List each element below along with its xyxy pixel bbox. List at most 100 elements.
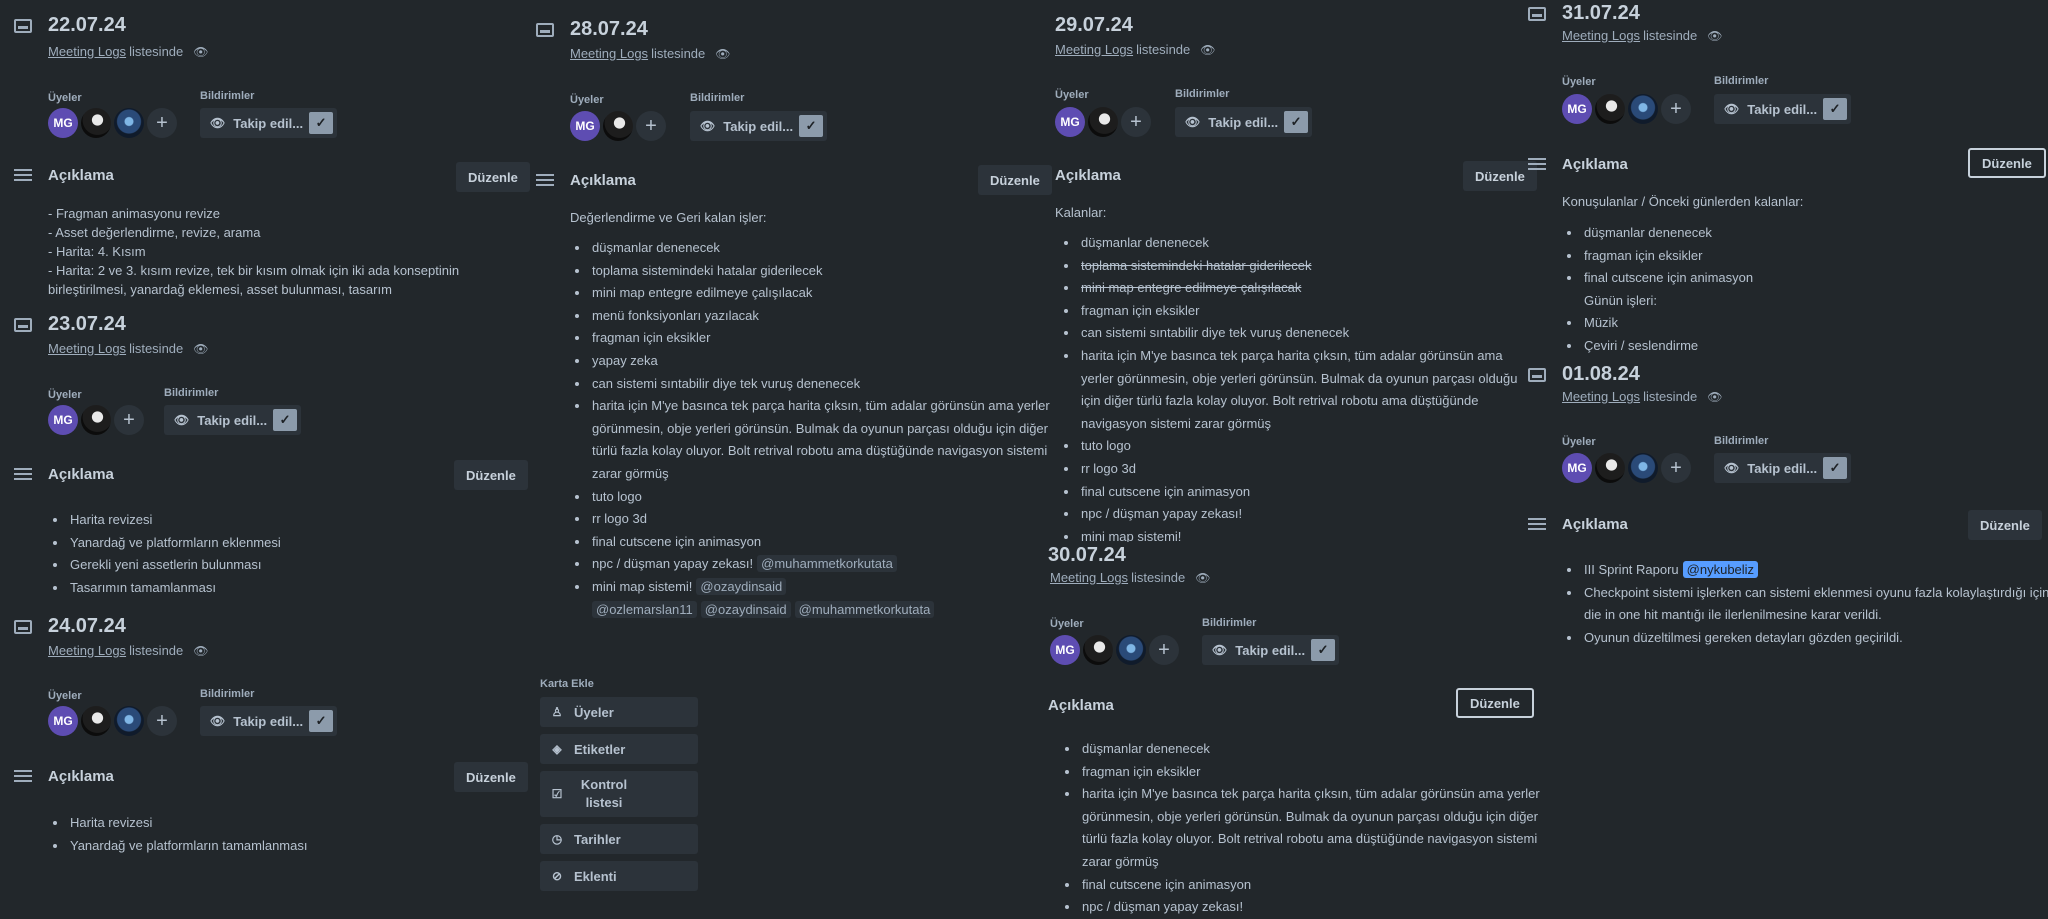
list-item: Tasarımın tamamlanması xyxy=(68,577,281,600)
eye-icon[interactable]: 👁 xyxy=(1707,390,1722,404)
list-link[interactable]: Meeting Logs xyxy=(48,643,126,658)
follow-button[interactable]: 👁 Takip edil... ✓ xyxy=(1202,635,1340,665)
follow-button[interactable]: 👁 Takip edil... ✓ xyxy=(1175,107,1313,137)
edit-button[interactable]: Düzenle xyxy=(1456,688,1534,718)
avatar[interactable] xyxy=(1628,94,1658,124)
mention[interactable]: @ozlemarslan11 xyxy=(592,600,697,618)
members-button[interactable]: ♙ Üyeler xyxy=(540,697,698,727)
members-label: Üyeler xyxy=(1562,76,1596,88)
item-text: III Sprint Raporu xyxy=(1584,562,1679,577)
avatar[interactable]: MG xyxy=(1562,453,1592,483)
avatar[interactable]: MG xyxy=(1050,635,1080,665)
members-list: MG + xyxy=(1055,107,1154,137)
mention[interactable]: @ozaydinsaid xyxy=(700,600,791,618)
follow-button[interactable]: 👁 Takip edil... ✓ xyxy=(690,111,828,141)
avatar[interactable] xyxy=(1595,94,1625,124)
list-link[interactable]: Meeting Logs xyxy=(570,46,648,61)
card-title-row: 29.07.24 xyxy=(1055,14,1133,37)
mention[interactable]: @ozaydinsaid xyxy=(696,577,787,595)
avatar[interactable] xyxy=(81,405,111,435)
follow-button[interactable]: 👁 Takip edil... ✓ xyxy=(1714,453,1852,483)
add-member-button[interactable]: + xyxy=(636,111,666,141)
item-text: mini map sistemi! xyxy=(592,578,693,594)
checkmark-icon: ✓ xyxy=(1823,98,1848,120)
list-location: Meeting Logs listesinde 👁 xyxy=(570,46,731,61)
list-location: Meeting Logs listesinde 👁 xyxy=(1562,28,1723,43)
avatar[interactable] xyxy=(81,108,111,138)
add-member-button[interactable]: + xyxy=(1121,107,1151,137)
add-member-button[interactable]: + xyxy=(1661,94,1691,124)
follow-button[interactable]: 👁 Takip edil... ✓ xyxy=(164,405,302,435)
avatar[interactable] xyxy=(1116,635,1146,665)
avatar[interactable]: MG xyxy=(1562,94,1592,124)
avatar[interactable] xyxy=(81,706,111,736)
checkmark-icon: ✓ xyxy=(1284,111,1309,133)
list-link[interactable]: Meeting Logs xyxy=(1562,389,1640,404)
follow-button[interactable]: 👁 Takip edil... ✓ xyxy=(200,108,338,138)
list-item: düşmanlar denenecek xyxy=(590,237,1070,260)
edit-button[interactable]: Düzenle xyxy=(454,460,528,490)
eye-icon: 👁 xyxy=(210,714,226,728)
description-list: III Sprint Raporu@nykubeliz Checkpoint s… xyxy=(1562,559,2048,649)
avatar[interactable] xyxy=(1628,453,1658,483)
card-30-07-24: 30.07.24 Meeting Logs listesinde 👁 Üyele… xyxy=(1046,542,1540,919)
eye-icon[interactable]: 👁 xyxy=(1707,29,1722,43)
avatar[interactable]: MG xyxy=(48,405,78,435)
avatar[interactable]: MG xyxy=(570,111,600,141)
avatar[interactable] xyxy=(114,706,144,736)
eye-icon[interactable]: 👁 xyxy=(193,45,208,59)
dates-button[interactable]: ◷ Tarihler xyxy=(540,824,698,854)
list-link[interactable]: Meeting Logs xyxy=(1562,28,1640,43)
edit-button[interactable]: Düzenle xyxy=(978,165,1052,195)
avatar[interactable] xyxy=(603,111,633,141)
list-item: mini map sistemi!@ozaydinsaid@ozlemarsla… xyxy=(590,576,1070,621)
edit-button[interactable]: Düzenle xyxy=(456,162,530,192)
add-member-button[interactable]: + xyxy=(1149,635,1179,665)
avatar[interactable]: MG xyxy=(48,108,78,138)
mention[interactable]: @muhammetkorkutata xyxy=(794,600,935,618)
follow-button[interactable]: 👁 Takip edil... ✓ xyxy=(200,706,338,736)
follow-button[interactable]: 👁 Takip edil... ✓ xyxy=(1714,94,1852,124)
add-member-button[interactable]: + xyxy=(147,706,177,736)
add-member-button[interactable]: + xyxy=(114,405,144,435)
avatar[interactable] xyxy=(1595,453,1625,483)
list-suffix: listesinde xyxy=(1131,570,1186,585)
members-list: MG + xyxy=(48,108,180,138)
list-item: fragman için eksikler xyxy=(590,327,1070,350)
list-link[interactable]: Meeting Logs xyxy=(1050,570,1128,585)
list-link[interactable]: Meeting Logs xyxy=(48,44,126,59)
edit-button[interactable]: Düzenle xyxy=(1968,510,2042,540)
members-label: Üyeler xyxy=(48,690,82,702)
mention[interactable]: @nykubeliz xyxy=(1682,561,1759,578)
attachment-button[interactable]: ⊘ Eklenti xyxy=(540,861,698,891)
follow-label: Takip edil... xyxy=(1747,460,1818,476)
description-icon xyxy=(536,174,554,187)
members-list: MG + xyxy=(1562,94,1694,124)
eye-icon[interactable]: 👁 xyxy=(1195,571,1210,585)
add-member-button[interactable]: + xyxy=(147,108,177,138)
notifications-label: Bildirimler xyxy=(1175,88,1230,100)
eye-icon[interactable]: 👁 xyxy=(193,644,208,658)
card-date: 28.07.24 xyxy=(570,18,648,40)
avatar[interactable]: MG xyxy=(1055,107,1085,137)
labels-button[interactable]: ◈ Etiketler xyxy=(540,734,698,764)
eye-icon[interactable]: 👁 xyxy=(715,47,730,61)
eye-icon[interactable]: 👁 xyxy=(1200,43,1215,57)
avatar[interactable]: MG xyxy=(48,706,78,736)
list-link[interactable]: Meeting Logs xyxy=(1055,42,1133,57)
checklist-button[interactable]: ☑ Kontrol listesi xyxy=(540,771,698,817)
eye-icon: 👁 xyxy=(700,119,716,133)
avatar[interactable] xyxy=(1083,635,1113,665)
description-icon xyxy=(14,468,32,481)
avatar[interactable] xyxy=(114,108,144,138)
list-link[interactable]: Meeting Logs xyxy=(48,341,126,356)
add-member-button[interactable]: + xyxy=(1661,453,1691,483)
avatar[interactable] xyxy=(1088,107,1118,137)
list-item: tuto logo xyxy=(590,486,1070,509)
card-29-07-24: 29.07.24 Meeting Logs listesinde 👁 Üyele… xyxy=(1055,14,1537,544)
edit-button[interactable]: Düzenle xyxy=(1968,148,2046,178)
eye-icon[interactable]: 👁 xyxy=(193,342,208,356)
edit-button[interactable]: Düzenle xyxy=(454,762,528,792)
mention[interactable]: @muhammetkorkutata xyxy=(757,555,897,573)
edit-button[interactable]: Düzenle xyxy=(1463,161,1537,191)
